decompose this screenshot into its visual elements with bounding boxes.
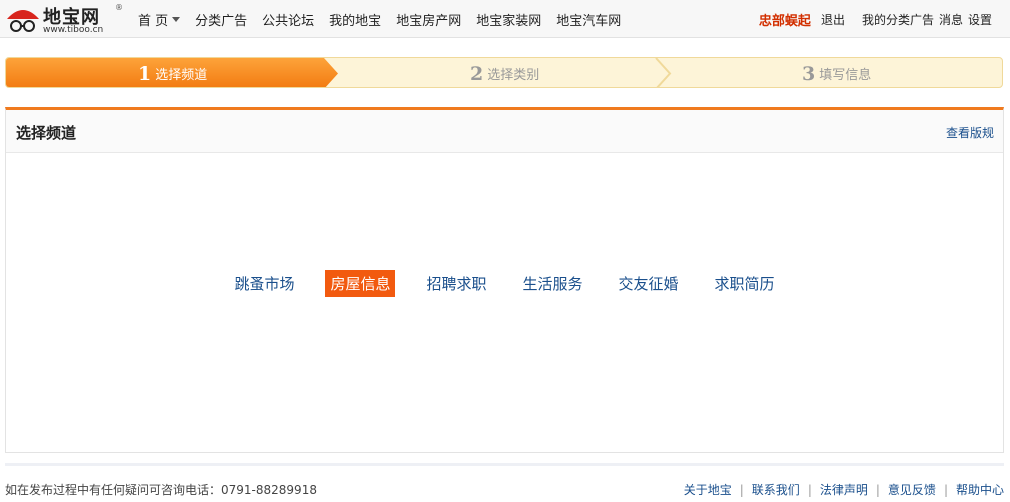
logo-url: www.tiboo.cn [43,25,104,35]
channel-housing[interactable]: 房屋信息 [325,270,396,297]
step-2: 2 选择类别 [470,58,540,87]
nav-my-tiboo[interactable]: 我的地宝 [329,10,381,29]
nav-forum[interactable]: 公共论坛 [262,10,314,29]
channel-life-services[interactable]: 生活服务 [518,270,588,297]
site-logo[interactable]: 地宝网 ® www.tiboo.cn [5,3,125,35]
step-2-label: 选择类别 [487,68,540,83]
step-1: 1 选择频道 [138,58,208,87]
footer-hotline: 如在发布过程中有任何疑问可咨询电话：0791-88289918 [5,481,317,498]
user-area: 忠部蜈起 退出 我的分类广告 消息 设置 [759,0,992,38]
my-ads-link[interactable]: 我的分类广告 [862,11,934,28]
step-progress-bar: 1 选择频道 2 选择类别 3 填写信息 [5,57,1003,88]
footer-links: 关于地宝 | 联系我们 | 法律声明 | 意见反馈 | 帮助中心 [684,481,1004,498]
step-3-number: 3 [802,62,816,85]
footer-separator: | [875,482,880,497]
channel-jobs[interactable]: 招聘求职 [421,270,491,297]
footer-separator: | [943,482,948,497]
umbrella-logo-icon [7,10,39,32]
top-bar: 地宝网 ® www.tiboo.cn 首 页 分类广告 公共论坛 我的地宝 地宝… [0,0,1010,38]
nav-home-decor[interactable]: 地宝家装网 [476,10,541,29]
footer-divider [5,463,1004,466]
view-rules-link[interactable]: 查看版规 [946,124,994,141]
footer-link-legal[interactable]: 法律声明 [820,481,868,498]
settings-link[interactable]: 设置 [968,11,992,28]
step-2-number: 2 [470,62,484,85]
panel-title: 选择频道 [16,124,77,142]
channel-resumes[interactable]: 求职简历 [710,270,780,297]
footer-separator: | [807,482,812,497]
step-1-label: 选择频道 [155,68,208,83]
logout-link[interactable]: 退出 [821,11,845,28]
chevron-down-icon[interactable] [172,16,181,22]
hotline-number: 0791-88289918 [221,483,317,497]
nav-auto[interactable]: 地宝汽车网 [556,10,621,29]
main-nav: 首 页 分类广告 公共论坛 我的地宝 地宝房产网 地宝家装网 地宝汽车网 [138,0,636,38]
step-1-number: 1 [138,62,152,85]
footer-link-help[interactable]: 帮助中心 [956,481,1004,498]
channel-flea-market[interactable]: 跳蚤市场 [229,270,299,297]
channel-dating[interactable]: 交友征婚 [614,270,684,297]
nav-classifieds[interactable]: 分类广告 [195,10,247,29]
channel-panel: 选择频道 查看版规 跳蚤市场 房屋信息 招聘求职 生活服务 交友征婚 求职简历 [5,107,1004,453]
username[interactable]: 忠部蜈起 [759,10,811,29]
channel-list: 跳蚤市场 房屋信息 招聘求职 生活服务 交友征婚 求职简历 [6,270,1003,297]
step-2-arrow [655,58,672,87]
footer-link-about[interactable]: 关于地宝 [684,481,732,498]
footer-link-feedback[interactable]: 意见反馈 [888,481,936,498]
nav-real-estate[interactable]: 地宝房产网 [396,10,461,29]
hotline-label: 如在发布过程中有任何疑问可咨询电话： [5,483,222,497]
footer-link-contact[interactable]: 联系我们 [752,481,800,498]
nav-home[interactable]: 首 页 [138,10,181,29]
logo-registered-mark: ® [115,3,123,12]
step-3-label: 填写信息 [819,68,872,83]
step-3: 3 填写信息 [802,58,872,87]
footer-separator: | [739,482,744,497]
nav-home-label: 首 页 [138,13,169,29]
panel-header: 选择频道 查看版规 [6,110,1003,153]
messages-link[interactable]: 消息 [939,11,963,28]
